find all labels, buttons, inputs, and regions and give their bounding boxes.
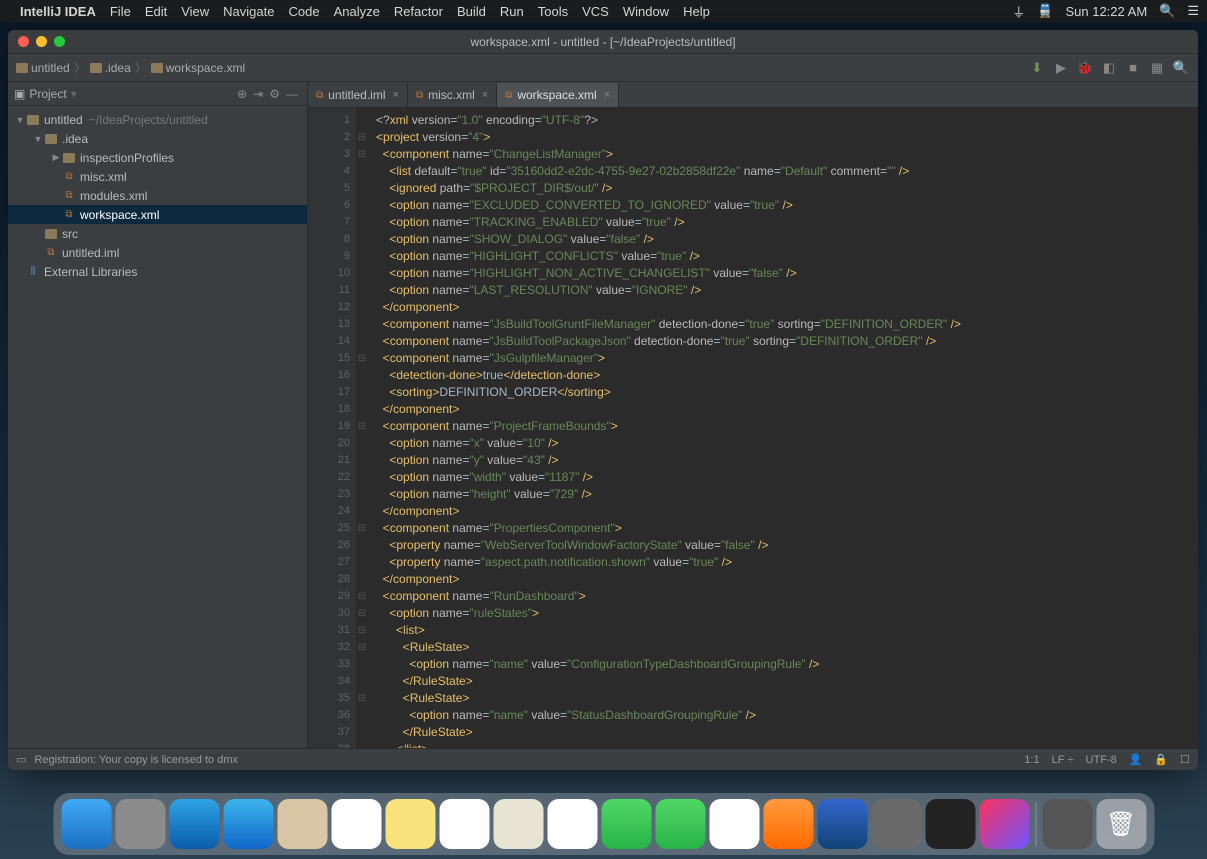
debug-icon[interactable]: 🐞 <box>1076 59 1094 77</box>
line-separator[interactable]: LF ÷ <box>1052 754 1074 766</box>
collapse-icon[interactable]: ⇥ <box>253 87 263 101</box>
event-log-icon[interactable]: ▭ <box>16 753 26 766</box>
train-icon[interactable]: 🚆 <box>1037 3 1053 19</box>
dock-messages-icon[interactable] <box>601 799 651 849</box>
coverage-icon[interactable]: ◧ <box>1100 59 1118 77</box>
menu-refactor[interactable]: Refactor <box>394 4 443 19</box>
menu-analyze[interactable]: Analyze <box>334 4 380 19</box>
dock-ibooks-icon[interactable] <box>763 799 813 849</box>
breadcrumb-separator: 〉 <box>74 59 86 76</box>
tree-item--idea[interactable]: ▼.idea <box>8 129 307 148</box>
dock-separator <box>1035 802 1036 846</box>
run-icon[interactable]: ▶ <box>1052 59 1070 77</box>
dock-notes-icon[interactable] <box>385 799 435 849</box>
dock-maps-icon[interactable] <box>493 799 543 849</box>
dropdown-icon[interactable]: ▾ <box>71 87 77 101</box>
tree-item-inspectionProfiles[interactable]: ▶inspectionProfiles <box>8 148 307 167</box>
hide-icon[interactable]: — <box>286 87 298 101</box>
dock-safari-icon[interactable] <box>169 799 219 849</box>
titlebar: workspace.xml - untitled - [~/IdeaProjec… <box>8 30 1198 54</box>
wifi-icon[interactable]: ⏚ <box>1012 2 1025 21</box>
dock-reminders-icon[interactable] <box>439 799 489 849</box>
tree-item-untitled[interactable]: ▼untitled~/IdeaProjects/untitled <box>8 110 307 129</box>
dock-preferences-icon[interactable] <box>871 799 921 849</box>
dock: 🗑 <box>53 793 1154 855</box>
ide-window: workspace.xml - untitled - [~/IdeaProjec… <box>8 30 1198 770</box>
dock-launchpad-icon[interactable] <box>115 799 165 849</box>
cursor-position[interactable]: 1:1 <box>1024 754 1039 766</box>
dock-calendar-icon[interactable] <box>331 799 381 849</box>
spotlight-icon[interactable]: 🔍 <box>1159 3 1175 19</box>
file-encoding[interactable]: UTF-8 <box>1086 754 1117 766</box>
inspections-icon[interactable]: 👤 <box>1129 753 1143 766</box>
tree-item-src[interactable]: src <box>8 224 307 243</box>
tab-untitled-iml[interactable]: ⧉untitled.iml× <box>308 83 408 107</box>
menu-tools[interactable]: Tools <box>538 4 568 19</box>
dock-itunes-icon[interactable] <box>709 799 759 849</box>
menu-run[interactable]: Run <box>500 4 524 19</box>
stop-icon[interactable]: ■ <box>1124 59 1142 77</box>
menu-code[interactable]: Code <box>288 4 319 19</box>
tab-workspace-xml[interactable]: ⧉workspace.xml× <box>497 83 619 107</box>
build-icon[interactable]: ⬇ <box>1028 59 1046 77</box>
menu-view[interactable]: View <box>181 4 209 19</box>
tree-item-External-Libraries[interactable]: ⫼External Libraries <box>8 262 307 281</box>
hector-icon[interactable]: ☐ <box>1180 753 1190 766</box>
search-icon[interactable]: 🔍 <box>1172 59 1190 77</box>
navbar: untitled 〉 .idea 〉 workspace.xml ⬇ ▶ 🐞 ◧ ■ ▦… <box>8 54 1198 82</box>
dock-mail-icon[interactable] <box>223 799 273 849</box>
project-tree[interactable]: ▼untitled~/IdeaProjects/untitled▼.idea▶i… <box>8 106 307 748</box>
scroll-to-icon[interactable]: ⊕ <box>237 87 247 101</box>
status-message: Registration: Your copy is licensed to d… <box>34 754 238 766</box>
menu-window[interactable]: Window <box>623 4 669 19</box>
breadcrumb-separator: 〉 <box>135 59 147 76</box>
tree-item-modules-xml[interactable]: ⧉modules.xml <box>8 186 307 205</box>
dock-facetime-icon[interactable] <box>655 799 705 849</box>
window-title: workspace.xml - untitled - [~/IdeaProjec… <box>8 35 1198 49</box>
fold-column[interactable]: ⊟⊟⊟⊟⊟⊟⊟⊟⊟⊟ <box>356 108 368 748</box>
breadcrumb[interactable]: untitled 〉 .idea 〉 workspace.xml <box>16 59 245 76</box>
project-tool-window: ▣ Project ▾ ⊕ ⇥ ⚙ — ▼untitled~/IdeaProje… <box>8 82 308 748</box>
lock-icon[interactable]: 🔒 <box>1154 753 1168 766</box>
tree-item-workspace-xml[interactable]: ⧉workspace.xml <box>8 205 307 224</box>
menu-icon[interactable]: ☰ <box>1187 3 1199 19</box>
close-tab-icon[interactable]: × <box>482 89 488 101</box>
menu-build[interactable]: Build <box>457 4 486 19</box>
breadcrumb-item[interactable]: workspace.xml <box>151 61 245 75</box>
tree-item-untitled-iml[interactable]: ⧉untitled.iml <box>8 243 307 262</box>
gutter: 1234567891011121314151617181920212223242… <box>308 108 356 748</box>
close-tab-icon[interactable]: × <box>393 89 399 101</box>
clock[interactable]: Sun 12:22 AM <box>1065 4 1147 19</box>
structure-icon[interactable]: ▦ <box>1148 59 1166 77</box>
project-panel-label[interactable]: Project <box>29 87 66 101</box>
menu-help[interactable]: Help <box>683 4 710 19</box>
editor[interactable]: 1234567891011121314151617181920212223242… <box>308 108 1198 748</box>
gear-icon[interactable]: ⚙ <box>269 87 280 101</box>
statusbar: ▭ Registration: Your copy is licensed to… <box>8 748 1198 770</box>
tab-misc-xml[interactable]: ⧉misc.xml× <box>408 83 497 107</box>
menu-file[interactable]: File <box>110 4 131 19</box>
close-tab-icon[interactable]: × <box>604 89 610 101</box>
dock-appstore-icon[interactable] <box>817 799 867 849</box>
dock-photos-icon[interactable] <box>547 799 597 849</box>
menu-vcs[interactable]: VCS <box>582 4 609 19</box>
dock-downloads-icon[interactable] <box>1042 799 1092 849</box>
tree-item-misc-xml[interactable]: ⧉misc.xml <box>8 167 307 186</box>
editor-tabs: ⧉untitled.iml×⧉misc.xml×⧉workspace.xml× <box>308 82 1198 108</box>
dock-trash-icon[interactable]: 🗑 <box>1096 799 1146 849</box>
dock-intellij-icon[interactable] <box>979 799 1029 849</box>
breadcrumb-item[interactable]: untitled <box>16 61 70 75</box>
dock-finder-icon[interactable] <box>61 799 111 849</box>
macos-menubar: IntelliJ IDEA File Edit View Navigate Code An… <box>0 0 1207 22</box>
app-name[interactable]: IntelliJ IDEA <box>20 4 96 19</box>
dock-terminal-icon[interactable] <box>925 799 975 849</box>
dock-contacts-icon[interactable] <box>277 799 327 849</box>
code-area[interactable]: <?xml version="1.0" encoding="UTF-8"?> <… <box>368 108 1198 748</box>
menu-navigate[interactable]: Navigate <box>223 4 274 19</box>
menu-edit[interactable]: Edit <box>145 4 167 19</box>
breadcrumb-item[interactable]: .idea <box>90 61 131 75</box>
project-tab-icon: ▣ <box>14 87 25 101</box>
